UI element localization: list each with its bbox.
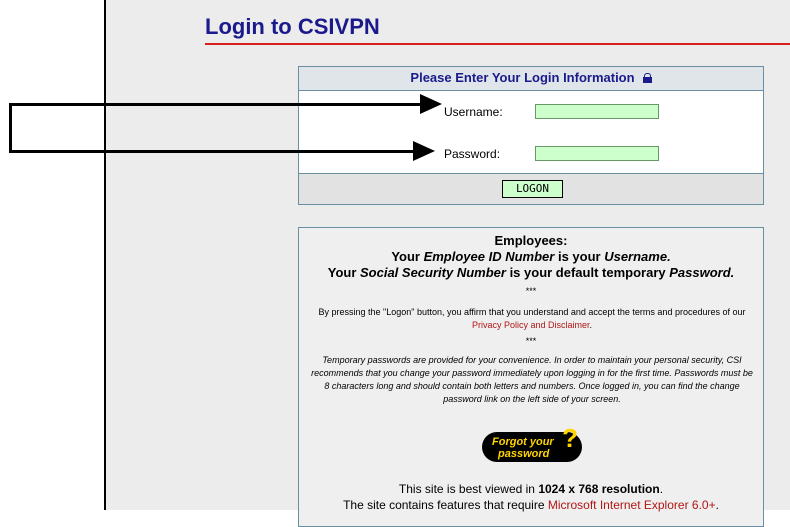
resolution-note: This site is best viewed in 1024 x 768 r…: [398, 482, 664, 496]
page-title: Login to CSIVPN: [205, 14, 380, 39]
username-instruction: Your Employee ID Number is your Username…: [391, 249, 671, 264]
annotation-arrow-line: [9, 103, 12, 153]
separator-stars: ***: [525, 336, 537, 346]
info-panel: Employees: Your Employee ID Number is yo…: [298, 227, 764, 527]
question-icon: ?: [562, 423, 578, 453]
username-input[interactable]: [535, 104, 659, 119]
login-header-text: Please Enter Your Login Information: [410, 70, 635, 85]
login-footer: LOGON: [299, 173, 763, 204]
logon-button[interactable]: LOGON: [502, 180, 563, 198]
password-input[interactable]: [535, 146, 659, 161]
privacy-policy-link[interactable]: Privacy Policy and Disclaimer: [472, 320, 590, 330]
arrow-head-icon: [413, 141, 435, 161]
forgot-password-button[interactable]: Forgot your password ?: [482, 423, 582, 462]
login-header: Please Enter Your Login Information: [299, 67, 763, 91]
username-label: Username:: [444, 105, 503, 119]
temp-password-note: Temporary passwords are provided for you…: [311, 355, 753, 404]
affirm-text: By pressing the "Logon" button, you affi…: [318, 307, 746, 330]
lock-icon: [642, 73, 652, 83]
employees-heading: Employees:: [494, 233, 568, 248]
password-instruction: Your Social Security Number is your defa…: [327, 265, 735, 280]
title-divider: [205, 43, 790, 45]
separator-stars: ***: [525, 286, 537, 296]
annotation-arrow-line: [9, 150, 413, 153]
password-label: Password:: [444, 147, 501, 161]
annotation-arrow-line: [9, 103, 421, 106]
login-form: Please Enter Your Login Information User…: [298, 66, 764, 205]
arrow-head-icon: [420, 94, 442, 114]
